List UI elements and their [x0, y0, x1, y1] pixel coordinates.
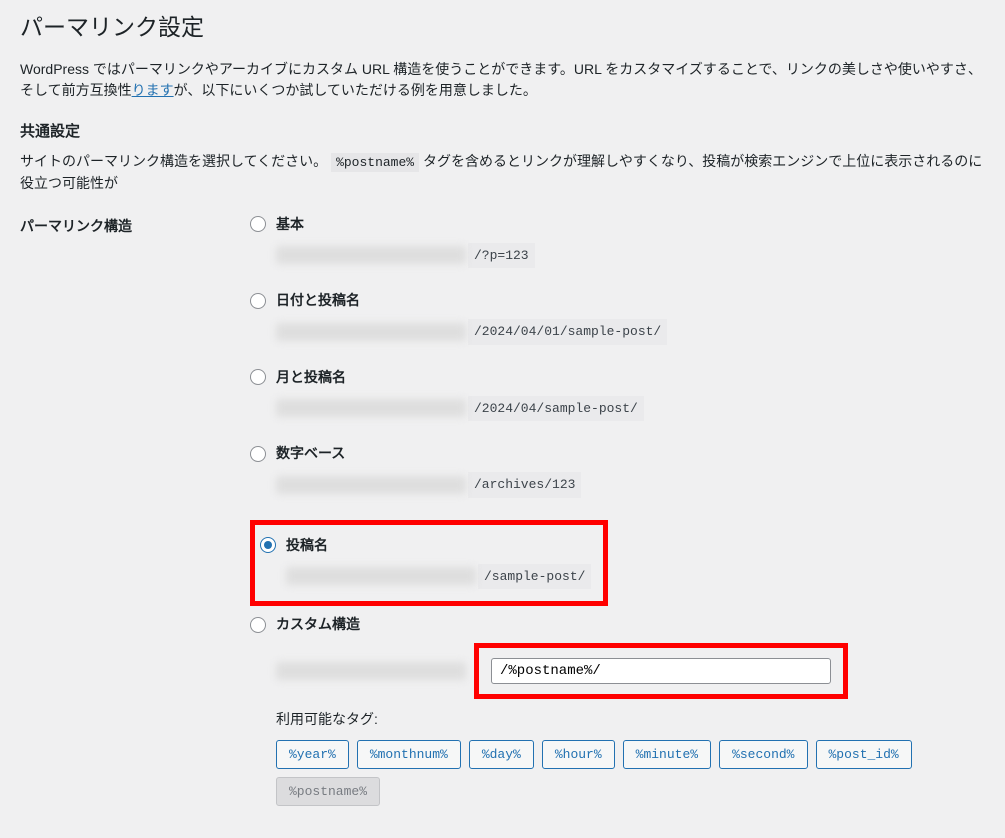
blurred-url [276, 662, 466, 680]
example-month-name: /2024/04/sample-post/ [468, 396, 644, 422]
blurred-url [276, 476, 466, 494]
option-post-name: 投稿名 /sample-post/ [260, 535, 591, 590]
blurred-url [276, 323, 466, 341]
option-plain-label[interactable]: 基本 [250, 214, 985, 235]
tag-hour-button[interactable]: %hour% [542, 740, 615, 769]
option-day-name: 日付と投稿名 /2024/04/01/sample-post/ [250, 290, 985, 345]
option-custom-label[interactable]: カスタム構造 [250, 614, 985, 635]
option-plain: 基本 /?p=123 [250, 214, 985, 269]
example-plain: /?p=123 [468, 243, 535, 269]
radio-custom[interactable] [250, 617, 266, 633]
option-day-name-label[interactable]: 日付と投稿名 [250, 290, 985, 311]
option-month-name-label[interactable]: 月と投稿名 [250, 367, 985, 388]
permalink-structure-label: パーマリンク構造 [20, 214, 250, 237]
radio-post-name[interactable] [260, 537, 276, 553]
blurred-url [276, 246, 466, 264]
postname-code: %postname% [331, 153, 419, 172]
example-day-name: /2024/04/01/sample-post/ [468, 319, 667, 345]
available-tags-label: 利用可能なタグ: [276, 709, 985, 730]
page-title: パーマリンク設定 [20, 10, 985, 45]
option-numeric-label[interactable]: 数字ベース [250, 443, 985, 464]
intro-text: WordPress ではパーマリンクやアーカイブにカスタム URL 構造を使うこ… [20, 59, 985, 101]
common-settings-heading: 共通設定 [20, 121, 985, 144]
tag-second-button[interactable]: %second% [719, 740, 807, 769]
radio-plain[interactable] [250, 216, 266, 232]
option-custom: カスタム構造 利用可能なタグ: %year% %monthnum% %day% … [250, 614, 985, 806]
tag-year-button[interactable]: %year% [276, 740, 349, 769]
radio-month-name[interactable] [250, 369, 266, 385]
tag-day-button[interactable]: %day% [469, 740, 534, 769]
option-numeric: 数字ベース /archives/123 [250, 443, 985, 498]
custom-structure-input[interactable] [491, 658, 831, 684]
tag-monthnum-button[interactable]: %monthnum% [357, 740, 461, 769]
radio-numeric[interactable] [250, 446, 266, 462]
tag-buttons-row: %year% %monthnum% %day% %hour% %minute% … [276, 740, 985, 806]
highlight-post-name: 投稿名 /sample-post/ [250, 520, 608, 607]
description-text: サイトのパーマリンク構造を選択してください。 %postname% タグを含める… [20, 151, 985, 194]
blurred-url [286, 567, 476, 585]
option-month-name: 月と投稿名 /2024/04/sample-post/ [250, 367, 985, 422]
tag-post-id-button[interactable]: %post_id% [816, 740, 912, 769]
example-numeric: /archives/123 [468, 472, 581, 498]
radio-day-name[interactable] [250, 293, 266, 309]
tag-minute-button[interactable]: %minute% [623, 740, 711, 769]
blurred-url [276, 399, 466, 417]
option-post-name-label[interactable]: 投稿名 [260, 535, 591, 556]
example-post-name: /sample-post/ [478, 564, 591, 590]
intro-link[interactable]: ります [132, 82, 174, 98]
tag-postname-button[interactable]: %postname% [276, 777, 380, 806]
